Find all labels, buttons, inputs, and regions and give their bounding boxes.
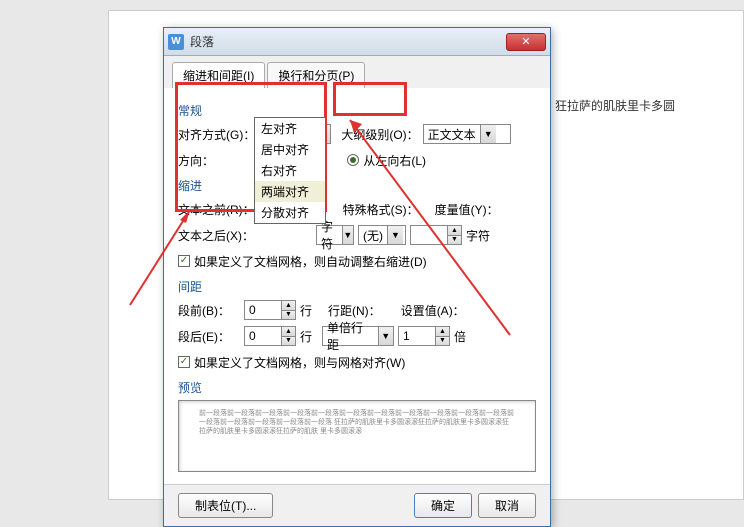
align-option-left[interactable]: 左对齐 xyxy=(255,118,325,139)
direction-label: 方向： xyxy=(178,152,260,169)
spin-down-icon[interactable]: ▼ xyxy=(448,236,461,245)
preview-box: 前一段落前一段落前一段落前一段落前一段落前一段落前一段落前一段落前一段落前一段落… xyxy=(178,400,536,472)
group-general: 常规 xyxy=(178,102,536,119)
linespacing-label: 行距(N)： xyxy=(328,302,381,319)
group-spacing: 间距 xyxy=(178,278,536,295)
outline-value: 正文文本 xyxy=(424,126,480,143)
measure-value[interactable] xyxy=(411,226,447,244)
align-option-justify[interactable]: 两端对齐 xyxy=(255,181,325,202)
ltr-label: 从左向右(L) xyxy=(363,152,426,169)
tabstop-button[interactable]: 制表位(T)... xyxy=(178,493,273,518)
spin-up-icon[interactable]: ▲ xyxy=(282,301,295,311)
space-after-label: 段后(E)： xyxy=(178,328,240,345)
auto-adjust-label: 如果定义了文档网格，则自动调整右缩进(D) xyxy=(194,253,427,270)
grid-align-checkbox[interactable] xyxy=(178,356,190,368)
special-combo[interactable]: (无) ▼ xyxy=(358,225,406,245)
align-dropdown[interactable]: 左对齐 居中对齐 右对齐 两端对齐 分散对齐 xyxy=(254,117,326,224)
indent-before-label: 文本之前(R)： xyxy=(178,201,255,218)
ok-button[interactable]: 确定 xyxy=(414,493,472,518)
outline-label: 大纲级别(O)： xyxy=(341,126,418,143)
grid-align-label: 如果定义了文档网格，则与网格对齐(W) xyxy=(194,354,405,371)
chevron-down-icon[interactable]: ▼ xyxy=(342,226,353,244)
setvalue-spinner[interactable]: 1 ▲▼ xyxy=(398,326,450,346)
tab-pagebreak[interactable]: 换行和分页(P) xyxy=(267,62,365,88)
paragraph-dialog: W 段落 ✕ 缩进和间距(I) 换行和分页(P) 常规 对齐方式(G)： 两端对… xyxy=(163,27,551,527)
space-after-spinner[interactable]: 0 ▲▼ xyxy=(244,326,296,346)
app-icon: W xyxy=(168,34,184,50)
chevron-down-icon[interactable]: ▼ xyxy=(480,125,496,143)
space-before-value[interactable]: 0 xyxy=(245,301,281,319)
align-option-right[interactable]: 右对齐 xyxy=(255,160,325,181)
cancel-button[interactable]: 取消 xyxy=(478,493,536,518)
special-label: 特殊格式(S)： xyxy=(343,201,419,218)
dialog-title: 段落 xyxy=(190,33,506,50)
linespacing-value: 单倍行距 xyxy=(323,319,377,353)
align-option-distribute[interactable]: 分散对齐 xyxy=(255,202,325,223)
tab-indent[interactable]: 缩进和间距(I) xyxy=(172,62,265,88)
group-preview: 预览 xyxy=(178,379,536,396)
chevron-down-icon[interactable]: ▼ xyxy=(387,226,403,244)
space-after-value[interactable]: 0 xyxy=(245,327,281,345)
setvalue-value[interactable]: 1 xyxy=(399,327,435,345)
measure-spinner[interactable]: ▲▼ xyxy=(410,225,462,245)
spin-up-icon[interactable]: ▲ xyxy=(282,327,295,337)
measure-unit: 字符 xyxy=(466,227,490,244)
auto-adjust-checkbox[interactable] xyxy=(178,255,190,267)
document-text: 狂拉萨的肌肤里卡多圆 xyxy=(555,97,675,114)
setvalue-unit: 倍 xyxy=(454,328,466,345)
button-row: 制表位(T)... 确定 取消 xyxy=(164,484,550,526)
space-before-label: 段前(B)： xyxy=(178,302,240,319)
spin-up-icon[interactable]: ▲ xyxy=(448,226,461,236)
space-before-spinner[interactable]: 0 ▲▼ xyxy=(244,300,296,320)
measure-label: 度量值(Y)： xyxy=(435,201,499,218)
tab-strip: 缩进和间距(I) 换行和分页(P) xyxy=(164,56,550,88)
special-value: (无) xyxy=(359,227,387,244)
outline-combo[interactable]: 正文文本 ▼ xyxy=(423,124,511,144)
spin-down-icon[interactable]: ▼ xyxy=(436,337,449,346)
unit-line: 行 xyxy=(300,302,312,319)
close-button[interactable]: ✕ xyxy=(506,33,546,51)
indent-unit-combo[interactable]: 字符 ▼ xyxy=(316,225,354,245)
linespacing-combo[interactable]: 单倍行距 ▼ xyxy=(322,326,394,346)
group-indent: 缩进 xyxy=(178,177,536,194)
spin-down-icon[interactable]: ▼ xyxy=(282,337,295,346)
align-option-center[interactable]: 居中对齐 xyxy=(255,139,325,160)
titlebar[interactable]: W 段落 ✕ xyxy=(164,28,550,56)
spin-up-icon[interactable]: ▲ xyxy=(436,327,449,337)
align-label: 对齐方式(G)： xyxy=(178,126,255,143)
radio-ltr[interactable] xyxy=(347,154,359,166)
chevron-down-icon[interactable]: ▼ xyxy=(378,327,394,345)
spin-down-icon[interactable]: ▼ xyxy=(282,311,295,320)
unit-line2: 行 xyxy=(300,328,312,345)
dialog-content: 常规 对齐方式(G)： 两端对齐 ▼ 大纲级别(O)： 正文文本 ▼ 方向： 从… xyxy=(164,88,550,484)
setvalue-label: 设置值(A)： xyxy=(401,302,465,319)
indent-after-label: 文本之后(X)： xyxy=(178,227,254,244)
